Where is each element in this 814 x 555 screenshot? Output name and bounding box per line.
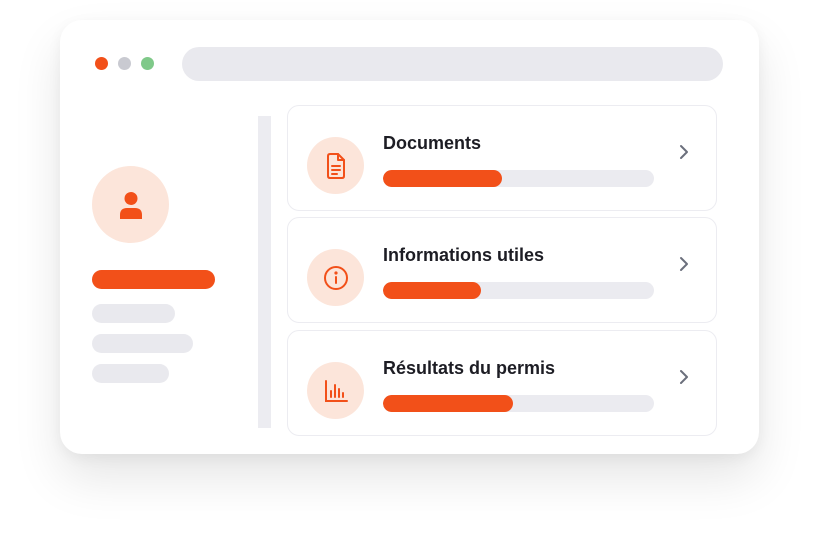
- card-title: Documents: [383, 133, 482, 153]
- card-icon-badge: [307, 362, 364, 419]
- progress-bar: [383, 395, 654, 412]
- window-close-dot[interactable]: [95, 57, 108, 70]
- progress-fill: [383, 170, 503, 187]
- chevron-right-icon[interactable]: [677, 255, 691, 273]
- document-icon: [326, 152, 345, 179]
- progress-fill: [383, 282, 481, 299]
- card-resultats-du-permis[interactable]: Résultats du permis: [287, 330, 717, 436]
- browser-window: Documents Informations utiles Résultats …: [60, 20, 759, 454]
- sidebar-item[interactable]: [92, 304, 175, 323]
- address-bar[interactable]: [182, 47, 723, 81]
- card-title: Informations utiles: [383, 245, 545, 265]
- card-icon-badge: [307, 249, 364, 306]
- sidebar-divider: [258, 116, 271, 428]
- user-icon: [119, 191, 142, 219]
- card-title: Résultats du permis: [383, 358, 556, 378]
- info-icon: [323, 265, 348, 290]
- sidebar-item[interactable]: [92, 364, 169, 383]
- card-documents[interactable]: Documents: [287, 105, 717, 211]
- sidebar-item-active[interactable]: [92, 270, 215, 289]
- progress-fill: [383, 395, 514, 412]
- progress-bar: [383, 170, 654, 187]
- progress-bar: [383, 282, 654, 299]
- sidebar-item[interactable]: [92, 334, 193, 353]
- window-minimize-dot[interactable]: [118, 57, 131, 70]
- card-icon-badge: [307, 137, 364, 194]
- bar-chart-icon: [324, 379, 348, 402]
- avatar[interactable]: [92, 166, 169, 243]
- chevron-right-icon[interactable]: [677, 368, 691, 386]
- window-maximize-dot[interactable]: [141, 57, 154, 70]
- card-informations-utiles[interactable]: Informations utiles: [287, 217, 717, 323]
- chevron-right-icon[interactable]: [677, 143, 691, 161]
